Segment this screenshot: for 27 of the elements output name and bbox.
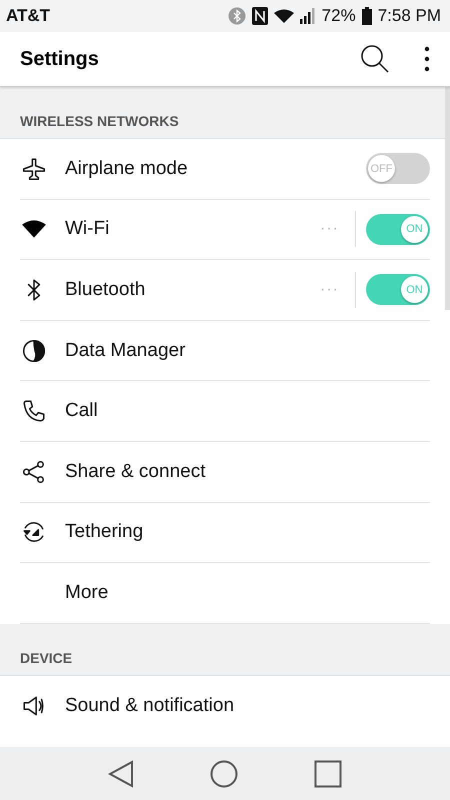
section-header: WIRELESS NETWORKS [20, 113, 179, 129]
back-icon[interactable] [108, 760, 134, 788]
data-usage-icon [20, 338, 48, 364]
home-icon[interactable] [210, 760, 238, 788]
bluetooth-icon [228, 7, 246, 25]
battery-percent: 72% [322, 6, 356, 26]
setting-label[interactable]: Sound & notification [65, 695, 430, 718]
wifi-icon [274, 8, 294, 24]
setting-label[interactable]: Call [65, 400, 430, 422]
recents-icon[interactable] [314, 760, 342, 788]
setting-label[interactable]: Data Manager [65, 340, 430, 362]
carrier-name: AT&T [6, 6, 52, 26]
setting-label[interactable]: Wi-Fi [65, 218, 320, 240]
setting-label[interactable]: More [65, 582, 430, 604]
setting-label[interactable]: Airplane mode [65, 158, 366, 180]
setting-label[interactable]: Share & connect [65, 460, 430, 483]
setting-label[interactable]: Bluetooth [65, 278, 320, 301]
clock: 7:58 PM [378, 6, 441, 26]
battery-icon [362, 7, 372, 25]
nfc-icon [252, 7, 268, 25]
search-icon[interactable] [360, 44, 390, 74]
overflow-menu-icon[interactable] [424, 46, 430, 72]
page-title: Settings [20, 48, 100, 70]
airplane-icon [20, 156, 48, 182]
section-header: DEVICE [20, 650, 72, 666]
setting-label[interactable]: Tethering [65, 521, 430, 544]
signal-icon [300, 8, 316, 24]
